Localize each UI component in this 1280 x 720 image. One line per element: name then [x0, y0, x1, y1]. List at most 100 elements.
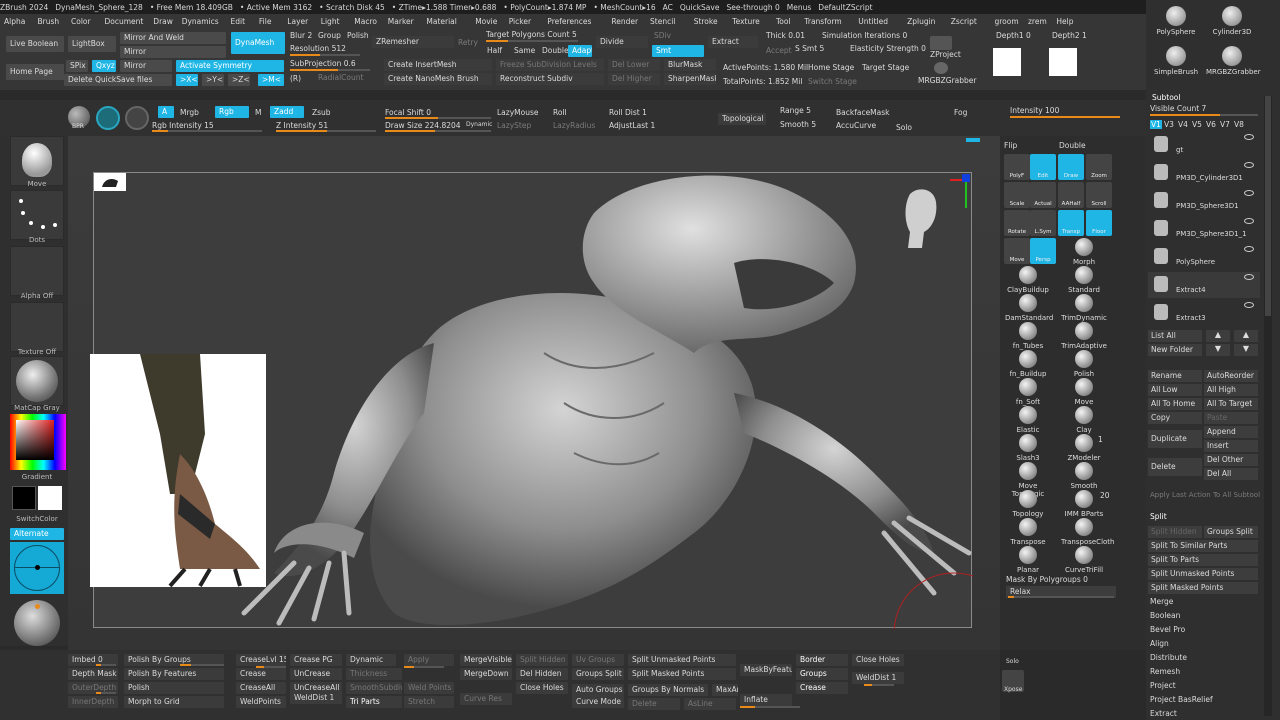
menu-color[interactable]: Color [71, 17, 91, 26]
tool-thumb-cylinder3d[interactable]: Cylinder3D [1206, 4, 1258, 42]
backfacemask-toggle[interactable]: BackfaceMask [836, 108, 890, 117]
sdiv-slider[interactable]: SDiv [654, 31, 671, 40]
menu-preferences[interactable]: Preferences [547, 17, 591, 26]
brush-morph[interactable]: Morph [1061, 238, 1107, 266]
bottom-apply[interactable]: Apply [404, 654, 454, 666]
nav-lsym-button[interactable]: L.Sym [1030, 210, 1056, 236]
menu-zscript[interactable]: Zscript [951, 17, 977, 26]
menu-untitled[interactable]: Untitled [858, 17, 888, 26]
menu-render[interactable]: Render [611, 17, 638, 26]
copy-button[interactable]: Copy [1148, 412, 1202, 424]
gyro-widget[interactable] [10, 542, 64, 594]
draw-size-slider[interactable]: Draw Size 224.8204 [385, 121, 461, 130]
retry-button[interactable]: Retry [458, 38, 478, 47]
brush-smooth[interactable]: Smooth [1061, 462, 1107, 490]
s-smt-slider[interactable]: S Smt 5 [795, 44, 824, 53]
axis-y-button[interactable]: >Y< [202, 74, 224, 86]
bottom-mask-by-feature[interactable]: MaskByFeature [740, 664, 792, 676]
thick-slider[interactable]: Thick 0.01 [766, 31, 805, 40]
color-picker[interactable] [10, 414, 66, 470]
version-v6[interactable]: V6 [1206, 120, 1216, 129]
menu-tool[interactable]: Tool [776, 17, 791, 26]
split-similar-button[interactable]: Split To Similar Parts [1148, 540, 1258, 552]
mirror-button[interactable]: Mirror [120, 46, 226, 58]
rgb-intensity-slider[interactable]: Rgb Intensity 15 [152, 121, 214, 130]
radialcount-slider[interactable]: RadialCount [318, 73, 363, 82]
arrow-up-alt-icon[interactable]: ▲ [1234, 330, 1258, 342]
menu-draw[interactable]: Draw [153, 17, 173, 26]
subtool-row[interactable]: PolySphere [1148, 244, 1260, 270]
subtool-title[interactable]: Subtool [1152, 93, 1180, 102]
bottom-tri-parts[interactable]: Tri Parts [346, 696, 402, 708]
bottom-uncrease[interactable]: UnCrease [290, 668, 342, 680]
freeze-subdivision-button[interactable]: Freeze SubDivision Levels [496, 59, 604, 71]
menu-material[interactable]: Material [426, 17, 456, 26]
intensity-slider[interactable]: Intensity 100 [1010, 106, 1059, 115]
list-all-button[interactable]: List All [1148, 330, 1202, 342]
append-button[interactable]: Append [1204, 426, 1258, 438]
bottom-uv-groups[interactable]: Uv Groups [572, 654, 624, 666]
subprojection-slider[interactable]: SubProjection 0.6 [290, 59, 356, 68]
z-intensity-slider[interactable]: Z Intensity 51 [276, 121, 328, 130]
nav-scale-button[interactable]: Scale [1004, 182, 1030, 208]
mrgbzgrabber-button[interactable]: MRGBZGrabber [918, 76, 977, 85]
nav-persp-button[interactable]: Persp [1030, 238, 1056, 264]
tool-thumb-polysphere[interactable]: PolySphere [1150, 4, 1202, 42]
radial-r-toggle[interactable]: (R) [290, 74, 301, 83]
zadd-toggle[interactable]: Zadd [270, 106, 304, 118]
bottom-merge-visible[interactable]: MergeVisible [460, 654, 512, 666]
brush-topology[interactable]: Topology [1005, 490, 1051, 518]
resolution-slider[interactable]: Resolution 512 [290, 44, 346, 53]
mrgb-toggle[interactable]: Mrgb [180, 108, 199, 117]
dots-stroke-tile[interactable] [10, 190, 64, 240]
depth1-swatch[interactable] [993, 48, 1021, 76]
smt-toggle[interactable]: Smt [652, 45, 704, 57]
panel-menu-align[interactable]: Align [1150, 639, 1169, 648]
menu-texture[interactable]: Texture [732, 17, 759, 26]
bottom-auto-groups[interactable]: Auto Groups [572, 684, 624, 696]
move-brush-tile[interactable] [10, 136, 64, 186]
roll-dist-slider[interactable]: Roll Dist 1 [609, 108, 647, 117]
accucurve-toggle[interactable]: AccuCurve [836, 121, 876, 130]
axis-m-button[interactable]: >M< [258, 74, 284, 86]
subtool-row[interactable]: PM3D_Sphere3D1 [1148, 188, 1260, 214]
nav-zoom-button[interactable]: Zoom [1086, 154, 1112, 180]
create-insertmesh-button[interactable]: Create InsertMesh [384, 59, 492, 71]
paste-button[interactable]: Paste [1204, 412, 1258, 424]
version-v5[interactable]: V5 [1192, 120, 1202, 129]
bottom-curve-res[interactable]: Curve Res [460, 693, 512, 705]
bottom-crease-all[interactable]: CreaseAll [236, 682, 286, 694]
brush-fn-tubes[interactable]: fn_Tubes [1005, 322, 1051, 350]
divide-button[interactable]: Divide [596, 36, 648, 48]
visibility-eye-icon[interactable] [1244, 302, 1254, 308]
double-button[interactable]: Double [542, 46, 569, 55]
lazymouse-toggle[interactable]: LazyMouse [497, 108, 538, 117]
bottom-weld-dist2[interactable]: WeldDist 1 [852, 672, 904, 684]
mirror2-button[interactable]: Mirror [120, 60, 172, 72]
subtool-row[interactable]: Extract4 [1148, 272, 1260, 298]
panel-menu-boolean[interactable]: Boolean [1150, 611, 1180, 620]
visibility-eye-icon[interactable] [1244, 274, 1254, 280]
lazystep-slider[interactable]: LazyStep [497, 121, 531, 130]
del-other-button[interactable]: Del Other [1204, 454, 1258, 466]
brush-planar[interactable]: Planar [1005, 546, 1051, 574]
new-folder-button[interactable]: New Folder [1148, 344, 1202, 356]
bottom-split-unmasked[interactable]: Split Unmasked Points [628, 654, 736, 666]
brush-imm-bparts[interactable]: IMM BParts [1061, 490, 1107, 518]
all-to-target-button[interactable]: All To Target [1204, 398, 1258, 410]
bottom-curve-mode[interactable]: Curve Mode [572, 696, 624, 708]
menu-zrem[interactable]: zrem [1028, 17, 1047, 26]
brush-move[interactable]: Move [1061, 378, 1107, 406]
axis-x-button[interactable]: >X< [176, 74, 198, 86]
split-masked-button[interactable]: Split Masked Points [1148, 582, 1258, 594]
version-v3[interactable]: V3 [1164, 120, 1174, 129]
axis-z-button[interactable]: >Z< [228, 74, 250, 86]
stroke-icon[interactable] [125, 106, 149, 130]
split-section-title[interactable]: Split [1150, 512, 1167, 521]
visibility-eye-icon[interactable] [1244, 246, 1254, 252]
nav-rotate-button[interactable]: Rotate [1004, 210, 1030, 236]
panel-menu-bevel-pro[interactable]: Bevel Pro [1150, 625, 1185, 634]
brush-icon[interactable] [96, 106, 120, 130]
subtool-row[interactable]: PM3D_Cylinder3D1 [1148, 160, 1260, 186]
lightbox-button[interactable]: LightBox [68, 36, 116, 52]
